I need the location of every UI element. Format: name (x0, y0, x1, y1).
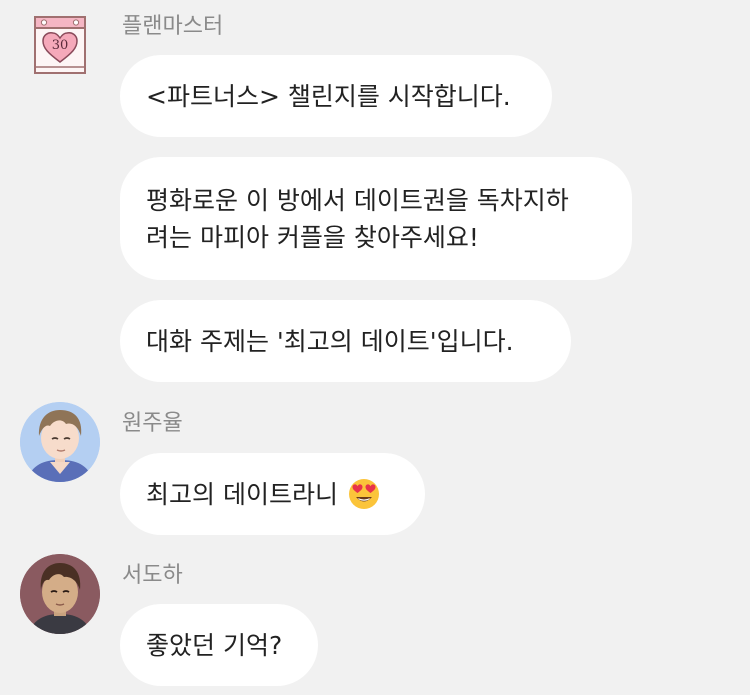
message-text: 좋았던 기억? (146, 630, 283, 660)
message-text: <파트너스> 챌린지를 시작합니다. (146, 81, 511, 111)
message-text-line: 평화로운 이 방에서 데이트권을 독차지하 (146, 185, 569, 215)
message-bubble[interactable]: 좋았던 기억? (120, 604, 318, 686)
message-bubble[interactable]: 대화 주제는 '최고의 데이트'입니다. (120, 300, 571, 382)
message-bubble[interactable]: 평화로운 이 방에서 데이트권을 독차지하 려는 마피아 커플을 찾아주세요! (120, 157, 632, 280)
avatar-man-light-hair-icon (20, 402, 100, 482)
message-text: 대화 주제는 '최고의 데이트'입니다. (146, 326, 514, 356)
message-text-line: 려는 마피아 커플을 찾아주세요! (146, 222, 479, 252)
sender-name-seodoha: 서도하 (122, 563, 183, 588)
avatar-man-dark-hair-icon (20, 554, 100, 634)
calendar-date-label: 30 (51, 38, 69, 53)
message-bubble[interactable]: <파트너스> 챌린지를 시작합니다. (120, 55, 552, 137)
avatar-seodoha[interactable] (20, 554, 100, 634)
avatar-wonjuyul[interactable] (20, 402, 100, 482)
sender-name-planmaster: 플랜마스터 (122, 14, 224, 39)
message-text: 최고의 데이트라니 (146, 479, 338, 509)
avatar-planmaster[interactable]: 30 (34, 16, 86, 74)
heart-eyes-emoji-icon (348, 478, 380, 510)
sender-name-wonjuyul: 원주율 (122, 411, 183, 436)
message-bubble[interactable]: 최고의 데이트라니 (120, 453, 425, 535)
